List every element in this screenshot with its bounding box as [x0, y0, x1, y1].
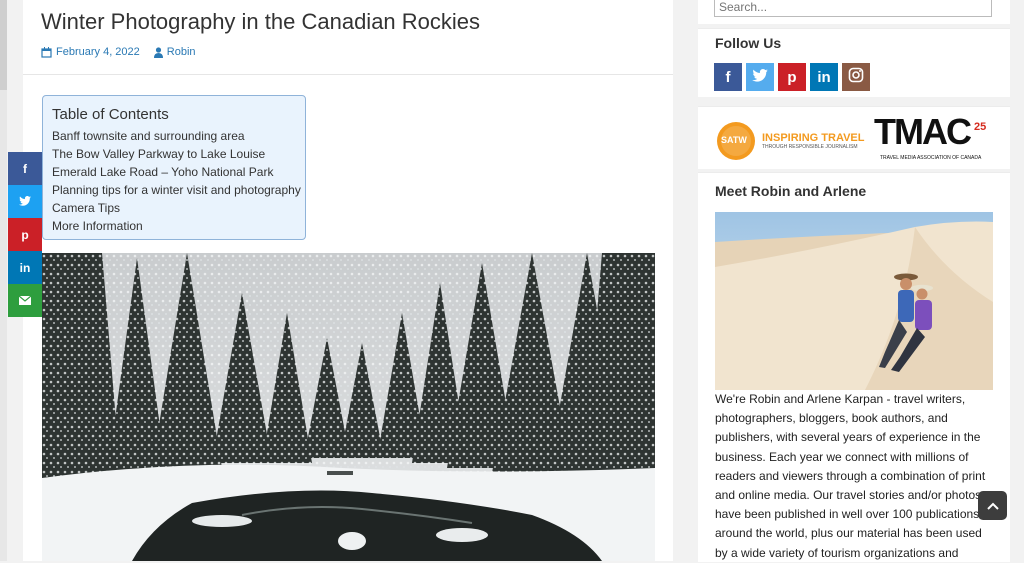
tmac-logo[interactable]: TMAC 25 TRAVEL MEDIA ASSOCIATION OF CANA… — [874, 111, 992, 165]
tmac-anniversary: 25 — [974, 121, 987, 133]
follow-pinterest-link[interactable]: p — [778, 63, 806, 91]
instagram-icon — [848, 67, 864, 87]
toc-link-bow-valley[interactable]: The Bow Valley Parkway to Lake Louise — [52, 145, 296, 163]
pinterest-icon: p — [787, 68, 797, 86]
associations-widget: SATW INSPIRING TRAVEL THROUGH RESPONSIBL… — [698, 106, 1010, 169]
search-input[interactable] — [714, 0, 992, 17]
satw-logo[interactable]: SATW INSPIRING TRAVEL THROUGH RESPONSIBL… — [716, 121, 864, 161]
left-page-edge — [0, 0, 7, 561]
email-icon — [18, 294, 32, 308]
author-photo-dunes — [715, 212, 993, 390]
follow-linkedin-link[interactable]: in — [810, 63, 838, 91]
toc-title: Table of Contents — [52, 106, 169, 123]
tmac-logo-text: TMAC — [874, 111, 972, 152]
toc-link-planning-tips[interactable]: Planning tips for a winter visit and pho… — [52, 181, 301, 199]
divider — [23, 74, 673, 75]
follow-widget: Follow Us f p in — [698, 28, 1010, 97]
share-twitter-button[interactable] — [8, 185, 42, 218]
toc-link-banff[interactable]: Banff townsite and surrounding area — [52, 127, 296, 145]
about-widget: Meet Robin and Arlene We're Robin and Ar… — [698, 172, 1010, 562]
satw-tagline: INSPIRING TRAVEL — [762, 132, 865, 144]
author-bio: We're Robin and Arlene Karpan - travel w… — [715, 392, 986, 560]
share-facebook-button[interactable]: f — [8, 152, 42, 185]
calendar-icon — [41, 46, 52, 58]
follow-title: Follow Us — [715, 35, 782, 51]
linkedin-icon: in — [817, 68, 831, 86]
user-icon — [153, 46, 163, 58]
back-to-top-button[interactable] — [978, 491, 1007, 520]
hero-image-winter-forest — [42, 253, 655, 561]
pinterest-icon: p — [21, 227, 29, 242]
post-content: Winter Photography in the Canadian Rocki… — [23, 0, 673, 561]
facebook-icon: f — [725, 68, 731, 86]
post-date-label: February 4, 2022 — [56, 46, 140, 58]
satw-logo-text: SATW — [721, 135, 747, 145]
social-links: f p in — [714, 63, 870, 91]
tmac-subline: TRAVEL MEDIA ASSOCIATION OF CANADA — [880, 155, 982, 161]
sidebar: Follow Us f p in SATW INSPIRING TRAVEL T… — [698, 0, 1010, 562]
twitter-icon — [752, 68, 768, 86]
follow-twitter-link[interactable] — [746, 63, 774, 91]
share-linkedin-button[interactable]: in — [8, 251, 42, 284]
table-of-contents: Table of Contents Banff townsite and sur… — [42, 95, 306, 240]
toc-link-camera-tips[interactable]: Camera Tips — [52, 199, 296, 217]
twitter-icon — [19, 195, 31, 209]
facebook-icon: f — [23, 161, 27, 176]
linkedin-icon: in — [19, 260, 31, 275]
post-title: Winter Photography in the Canadian Rocki… — [41, 9, 481, 34]
toc-link-emerald-lake[interactable]: Emerald Lake Road – Yoho National Park — [52, 163, 296, 181]
post-date[interactable]: February 4, 2022 — [41, 46, 140, 58]
search-widget — [698, 0, 1010, 24]
meet-title: Meet Robin and Arlene — [715, 183, 867, 199]
follow-instagram-link[interactable] — [842, 63, 870, 91]
share-bar: f p in — [8, 152, 42, 317]
post-meta: February 4, 2022 Robin — [41, 46, 196, 58]
post-author[interactable]: Robin — [153, 46, 196, 58]
share-email-button[interactable] — [8, 284, 42, 317]
post-author-label: Robin — [166, 46, 196, 58]
chevron-up-icon — [986, 502, 999, 510]
satw-subline: THROUGH RESPONSIBLE JOURNALISM — [762, 144, 858, 150]
follow-facebook-link[interactable]: f — [714, 63, 742, 91]
toc-link-more-info[interactable]: More Information — [52, 217, 296, 235]
share-pinterest-button[interactable]: p — [8, 218, 42, 251]
